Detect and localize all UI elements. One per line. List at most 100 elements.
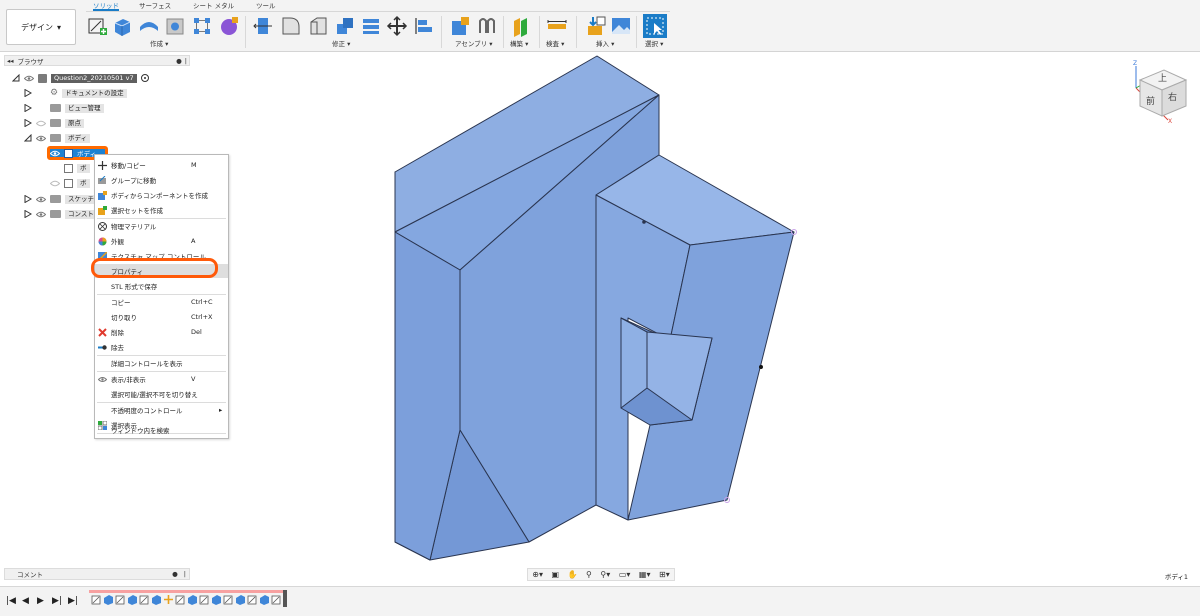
inspect-menu[interactable]: 検査 ▾	[546, 40, 564, 49]
eye-icon[interactable]	[36, 135, 46, 142]
vertex-point[interactable]	[642, 220, 646, 224]
menu-item-delete[interactable]: 削除 Del	[95, 325, 228, 339]
play-icon[interactable]: ▶	[37, 596, 44, 606]
menu-item-create-component[interactable]: ボディからコンポーネントを作成	[95, 188, 228, 202]
insert-image-icon[interactable]	[610, 15, 632, 37]
orbit-icon[interactable]: ⊕▾	[532, 570, 543, 579]
timeline-extrude-icon[interactable]	[151, 593, 162, 606]
assemble-menu[interactable]: アセンブリ ▾	[455, 40, 493, 49]
create-menu[interactable]: 作成 ▾	[150, 40, 168, 49]
tree-row-named-views[interactable]: ビュー管理	[24, 102, 104, 114]
timeline-extrude-icon[interactable]	[235, 593, 246, 606]
tab-solid[interactable]: ソリッド	[93, 1, 119, 11]
measure-icon[interactable]	[546, 15, 568, 37]
viewports-icon[interactable]: ⊞▾	[659, 570, 670, 579]
eye-icon[interactable]	[24, 75, 34, 82]
menu-item-appearance[interactable]: 外観 A	[95, 234, 228, 248]
expand-down-icon[interactable]	[24, 134, 32, 142]
timeline-sketch-icon[interactable]	[91, 593, 102, 606]
minimize-icon[interactable]: ●	[176, 57, 182, 65]
pin-icon[interactable]: |	[184, 570, 186, 578]
zoom-icon[interactable]: ⚲	[586, 570, 592, 579]
menu-item-cut[interactable]: 切り取り Ctrl+X	[95, 310, 228, 324]
insert-derive-icon[interactable]	[585, 15, 607, 37]
shell-icon[interactable]	[334, 15, 356, 37]
new-component-icon[interactable]	[449, 15, 471, 37]
timeline-marker[interactable]	[283, 590, 287, 607]
timeline-sketch-icon[interactable]	[139, 593, 150, 606]
timeline-sketch-icon[interactable]	[115, 593, 126, 606]
tree-row-origin[interactable]: 原点	[24, 117, 84, 129]
timeline-sketch-icon[interactable]	[223, 593, 234, 606]
model-viewport[interactable]	[380, 50, 820, 565]
menu-item-move-copy[interactable]: 移動/コピー M	[95, 158, 228, 172]
menu-item-opacity-control[interactable]: 不透明度のコントロール ▸	[95, 403, 228, 417]
display-settings-icon[interactable]: ▭▾	[619, 570, 631, 579]
menu-item-move-to-group[interactable]: グループに移動	[95, 173, 228, 187]
menu-item-copy[interactable]: コピー Ctrl+C	[95, 295, 228, 309]
eye-hidden-icon[interactable]	[50, 180, 60, 187]
insert-menu[interactable]: 挿入 ▾	[596, 40, 614, 49]
fit-icon[interactable]: ⚲▾	[600, 570, 610, 579]
tree-row-body-3[interactable]: ボ	[50, 177, 90, 189]
press-pull-icon[interactable]	[252, 15, 274, 37]
hole-icon[interactable]	[164, 15, 186, 37]
collapse-icon[interactable]: ◂◂	[7, 57, 14, 65]
timeline-sketch-icon[interactable]	[199, 593, 210, 606]
pattern-icon[interactable]	[191, 15, 213, 37]
pan-icon[interactable]: ✋	[568, 570, 578, 579]
move-copy-icon[interactable]	[386, 15, 408, 37]
tab-surface[interactable]: サーフェス	[139, 1, 171, 11]
tree-row-body-2[interactable]: ボ	[50, 162, 90, 174]
tree-row-bodies[interactable]: ボディ	[24, 132, 91, 144]
tab-tools[interactable]: ツール	[256, 1, 276, 11]
combine-icon[interactable]	[360, 15, 382, 37]
select-menu[interactable]: 選択 ▾	[645, 40, 663, 49]
tree-row-body-selected[interactable]: ボディ	[50, 147, 96, 159]
look-at-icon[interactable]: ▣	[551, 570, 559, 579]
tab-sheet-metal[interactable]: シート メタル	[193, 1, 234, 11]
workspace-switcher-button[interactable]: デザイン ▾	[6, 9, 76, 45]
timeline-sketch-icon[interactable]	[175, 593, 186, 606]
menu-item-show-hide[interactable]: 表示/非表示 V	[95, 372, 228, 386]
menu-item-find-in-window[interactable]: ウィンドウ内を検索	[95, 423, 228, 437]
eye-icon[interactable]	[36, 211, 46, 218]
step-forward-icon[interactable]: ▶|	[52, 596, 62, 606]
expand-right-icon[interactable]	[24, 119, 32, 127]
view-cube[interactable]: 上 前 右 Z X	[1130, 60, 1190, 128]
menu-item-remove[interactable]: 除去	[95, 340, 228, 354]
expand-right-icon[interactable]	[24, 195, 32, 203]
tree-row-doc-settings[interactable]: ⚙ ドキュメントの設定	[24, 87, 127, 99]
pin-icon[interactable]: |	[185, 57, 187, 65]
chamfer-icon[interactable]	[307, 15, 329, 37]
timeline-sketch-icon[interactable]	[271, 593, 282, 606]
fillet-icon[interactable]	[280, 15, 302, 37]
comments-panel[interactable]: コメント ● |	[4, 568, 190, 580]
expand-right-icon[interactable]	[24, 89, 32, 97]
tree-row-sketches[interactable]: スケッチ	[24, 193, 97, 205]
timeline-extrude-icon[interactable]	[211, 593, 222, 606]
select-icon[interactable]	[643, 14, 667, 38]
timeline-extrude-icon[interactable]	[187, 593, 198, 606]
modify-menu[interactable]: 修正 ▾	[332, 40, 350, 49]
viewcube-top-label[interactable]: 上	[1158, 71, 1167, 84]
viewcube-right-label[interactable]: 右	[1168, 90, 1177, 103]
eye-icon[interactable]	[50, 150, 60, 157]
construct-menu[interactable]: 構築 ▾	[510, 40, 528, 49]
menu-item-toggle-selectable[interactable]: 選択可能/選択不可を切り替え	[95, 387, 228, 401]
add-comment-icon[interactable]: ●	[172, 570, 178, 578]
viewcube-front-label[interactable]: 前	[1146, 94, 1155, 107]
align-icon[interactable]	[413, 15, 435, 37]
create-form-icon[interactable]	[218, 15, 240, 37]
timeline-sketch-icon[interactable]	[247, 593, 258, 606]
activate-radio-icon[interactable]	[140, 74, 149, 82]
tree-row-document[interactable]: Question2_20210501 v7	[12, 72, 149, 84]
timeline-extrude-icon[interactable]	[127, 593, 138, 606]
eye-icon[interactable]	[36, 196, 46, 203]
vertex-point[interactable]	[759, 365, 763, 369]
menu-item-show-details[interactable]: 詳細コントロールを表示	[95, 356, 228, 370]
eye-hidden-icon[interactable]	[36, 120, 46, 127]
expand-down-icon[interactable]	[12, 74, 20, 82]
grid-icon[interactable]: ▦▾	[639, 570, 651, 579]
revolve-icon[interactable]	[138, 15, 160, 37]
